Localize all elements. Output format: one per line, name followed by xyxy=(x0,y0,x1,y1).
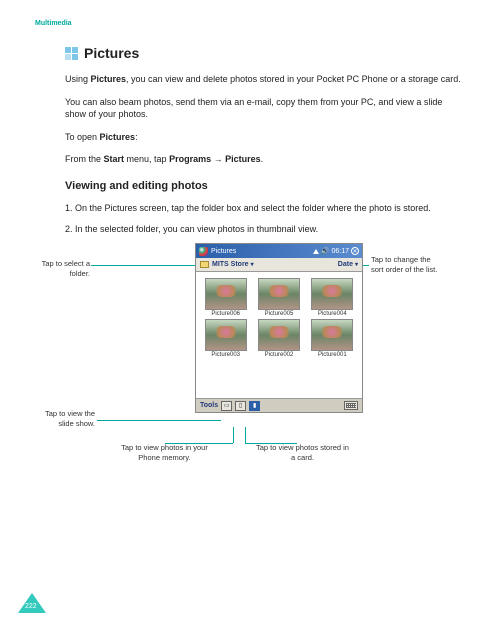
thumbnail-item[interactable]: Picture002 xyxy=(253,319,304,358)
device-subbar: MITS Store▾ Date▾ xyxy=(196,258,362,272)
callout-line-slideshow xyxy=(97,420,221,421)
keyboard-icon[interactable] xyxy=(344,401,358,410)
thumbnail-item[interactable]: Picture001 xyxy=(307,319,358,358)
callout-line-phone-v xyxy=(233,427,234,443)
callout-line-folder xyxy=(91,265,201,266)
photo-thumbnail-icon xyxy=(205,319,247,351)
callout-line-phone-h xyxy=(165,443,233,444)
callout-line-card-h xyxy=(245,443,297,444)
callout-card: Tap to view photos stored in a card. xyxy=(255,443,350,463)
photo-thumbnail-icon xyxy=(258,278,300,310)
callout-slideshow: Tap to view the slide show. xyxy=(35,409,95,429)
callout-phone-memory: Tap to view photos in your Phone memory. xyxy=(117,443,212,463)
squares-icon xyxy=(65,47,78,60)
thumbnail-item[interactable]: Picture004 xyxy=(307,278,358,317)
section-title: Pictures xyxy=(84,45,139,61)
thumbnail-area: Picture006 Picture005 Picture004 Picture… xyxy=(196,272,362,398)
callout-line-card-v xyxy=(245,427,246,443)
close-icon[interactable]: ✕ xyxy=(351,247,359,255)
tools-menu[interactable]: Tools xyxy=(200,402,218,409)
device-screenshot: Pictures 🔊 06:17 ✕ MITS Store▾ Date▾ Pic… xyxy=(195,243,363,413)
photo-thumbnail-icon xyxy=(205,278,247,310)
thumbnail-label: Picture003 xyxy=(200,352,251,358)
page-number: 222 xyxy=(25,603,37,610)
thumbnail-item[interactable]: Picture006 xyxy=(200,278,251,317)
thumbnail-label: Picture002 xyxy=(253,352,304,358)
windows-flag-icon[interactable] xyxy=(199,247,208,256)
storage-card-icon[interactable]: ▮ xyxy=(249,401,260,411)
page-header-section: Multimedia xyxy=(35,20,465,27)
device-titlebar: Pictures 🔊 06:17 ✕ xyxy=(196,244,362,258)
thumbnail-label: Picture004 xyxy=(307,311,358,317)
slideshow-icon[interactable]: ▭ xyxy=(221,401,232,411)
section-title-row: Pictures xyxy=(65,45,465,61)
thumbnail-item[interactable]: Picture005 xyxy=(253,278,304,317)
step-1: 1. On the Pictures screen, tap the folde… xyxy=(65,202,465,215)
callout-folder: Tap to select a folder. xyxy=(35,259,90,279)
folder-icon xyxy=(200,261,209,268)
thumbnail-label: Picture006 xyxy=(200,311,251,317)
para-2: You can also beam photos, send them via … xyxy=(65,96,465,121)
thumbnail-item[interactable]: Picture003 xyxy=(200,319,251,358)
para-1: Using Pictures, you can view and delete … xyxy=(65,73,465,86)
phone-memory-icon[interactable]: ▯ xyxy=(235,401,246,411)
thumbnail-label: Picture001 xyxy=(307,352,358,358)
screenshot-area: Tap to select a folder. Tap to change th… xyxy=(65,243,465,483)
photo-thumbnail-icon xyxy=(311,319,353,351)
subsection-heading: Viewing and editing photos xyxy=(65,180,465,192)
para-4: From the Start menu, tap Programs → Pict… xyxy=(65,153,465,166)
speaker-icon: 🔊 xyxy=(321,247,330,255)
signal-icon xyxy=(313,249,319,254)
thumbnail-label: Picture005 xyxy=(253,311,304,317)
callout-sort: Tap to change the sort order of the list… xyxy=(371,255,443,275)
body-content: Using Pictures, you can view and delete … xyxy=(65,73,465,483)
photo-thumbnail-icon xyxy=(311,278,353,310)
device-bottombar: Tools ▭ ▯ ▮ xyxy=(196,398,362,412)
device-app-title: Pictures xyxy=(211,248,236,255)
sort-dropdown[interactable]: Date▾ xyxy=(338,261,358,268)
step-2: 2. In the selected folder, you can view … xyxy=(65,223,465,236)
folder-dropdown[interactable]: MITS Store▾ xyxy=(212,261,254,268)
photo-thumbnail-icon xyxy=(258,319,300,351)
para-3: To open Pictures: xyxy=(65,131,465,144)
device-time: 06:17 xyxy=(331,248,349,255)
